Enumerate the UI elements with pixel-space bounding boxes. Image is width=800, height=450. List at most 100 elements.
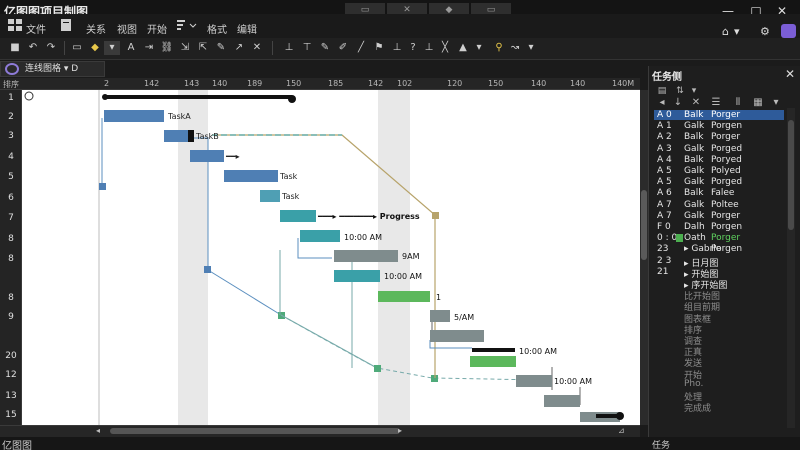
task-row[interactable]: A 1 Galk Porgen (654, 121, 784, 131)
task-bar[interactable] (190, 150, 224, 162)
split-icon[interactable]: ⇲ (178, 41, 192, 55)
task-row[interactable]: 比开始图 (654, 289, 784, 302)
task-row[interactable]: A 0 Balk Porger (654, 110, 784, 120)
draw-icon[interactable]: ✐ (336, 41, 350, 55)
line-icon[interactable]: ╱ (354, 41, 368, 55)
task-row[interactable]: 图表框 (654, 312, 784, 325)
task-row[interactable]: A 3 Galk Porged (654, 144, 784, 154)
close-icon[interactable]: ✕ (785, 67, 795, 81)
task-bar[interactable] (280, 210, 316, 222)
grid-menu-icon[interactable] (8, 19, 22, 31)
task-row[interactable]: 2 3 ▸ 日月图 (654, 256, 784, 269)
task-row[interactable]: 开始 (654, 368, 784, 381)
collapse-icon[interactable]: ◂ (656, 97, 668, 109)
assistant-icon[interactable] (781, 24, 796, 38)
task-row[interactable]: 23 ▸ Gabrle Porgen (654, 244, 784, 254)
task-bar[interactable] (104, 110, 164, 122)
task-bar[interactable] (300, 230, 340, 242)
filter-icon[interactable]: ╳ (438, 41, 452, 55)
list-icon[interactable]: ☰ (710, 97, 722, 109)
merge-icon[interactable]: ⇱ (196, 41, 210, 55)
task-bar[interactable] (260, 190, 280, 202)
tag-icon[interactable]: ⚑ (372, 41, 386, 55)
level-icon[interactable]: ↓ (672, 97, 684, 109)
task-row[interactable]: ▸ 序开始图 (654, 278, 784, 291)
task-row[interactable]: F 0 Dalh Porgen (654, 222, 784, 232)
menu-file[interactable]: 文件 (26, 21, 46, 36)
task-row[interactable]: Pho. (654, 379, 784, 389)
task-row[interactable]: A 5 Galk Porged (654, 177, 784, 187)
task-bar[interactable] (544, 395, 580, 407)
help-icon[interactable]: ? (406, 41, 420, 55)
task-bar[interactable] (430, 330, 484, 342)
connector-icon[interactable]: ↝ (508, 41, 522, 55)
task-bar[interactable] (164, 130, 190, 142)
task-bar[interactable] (378, 291, 430, 302)
chevron-down-icon[interactable]: ▾ (734, 25, 740, 38)
indent-icon[interactable]: ⇥ (142, 41, 156, 55)
redo-icon[interactable]: ↷ (44, 41, 58, 55)
fill-dropdown[interactable]: ▾ (104, 41, 120, 55)
task-bar[interactable] (224, 170, 278, 182)
scroll-right-icon[interactable]: ▸ (398, 426, 402, 435)
task-row[interactable]: 排序 (654, 323, 784, 336)
milestone-icon[interactable]: ⊥ (422, 41, 436, 55)
task-pane-scroll-thumb[interactable] (788, 120, 794, 230)
task-row[interactable]: 正真 (654, 345, 784, 358)
scroll-left-icon[interactable]: ◂ (96, 426, 100, 435)
pencil-icon[interactable]: ✎ (214, 41, 228, 55)
task-row[interactable]: 调查 (654, 334, 784, 347)
gantt-canvas[interactable]: TaskA TaskB ━━▸ Task Task ━━━▸ ━━━━━━━▸ … (22, 90, 642, 425)
task-row[interactable]: 完成成 (654, 401, 784, 414)
arrow-icon[interactable]: ↗ (232, 41, 246, 55)
task-row[interactable]: A 2 Balk Porger (654, 132, 784, 142)
task-row[interactable]: 组目前期 (654, 300, 784, 313)
doc-menu-icon[interactable] (60, 19, 74, 31)
sort-menu-icon[interactable] (177, 19, 197, 31)
task-bar[interactable] (334, 270, 380, 282)
home-icon[interactable]: ⌂ (722, 25, 729, 38)
task-bar[interactable] (516, 375, 552, 387)
search-icon[interactable]: ⚲ (492, 41, 506, 55)
columns-icon[interactable]: ⫴ (732, 97, 744, 109)
menu-relation[interactable]: 关系 (86, 21, 106, 36)
task-row[interactable]: 发送 (654, 356, 784, 369)
save-icon[interactable]: ■ (8, 41, 22, 55)
color-icon[interactable]: ▲ (456, 41, 470, 55)
menu-edit[interactable]: 编辑 (237, 21, 257, 36)
menu-start[interactable]: 开始 (147, 21, 167, 36)
highlight-icon[interactable]: ◆ (88, 41, 102, 55)
task-row[interactable]: A 5 Galk Polyed (654, 166, 784, 176)
task-bar[interactable] (334, 250, 398, 262)
task-row[interactable]: 0 : 0 Oath Porger (654, 233, 784, 243)
horizontal-scroll-thumb[interactable] (110, 428, 400, 434)
task-bar[interactable] (430, 310, 450, 322)
align-top-icon[interactable]: ⊤ (300, 41, 314, 55)
pin-icon[interactable]: ⊥ (390, 41, 404, 55)
vertical-scroll-thumb[interactable] (641, 190, 647, 260)
task-row[interactable]: 处理 (654, 390, 784, 403)
align-bottom-icon[interactable]: ⊥ (282, 41, 296, 55)
expand-icon[interactable]: ✕ (690, 97, 702, 109)
dropdown-icon[interactable]: ▾ (770, 97, 782, 109)
page-icon[interactable]: ▭ (70, 41, 84, 55)
undo-icon[interactable]: ↶ (26, 41, 40, 55)
task-row[interactable]: A 7 Galk Poltee (654, 200, 784, 210)
link-icon[interactable]: ⛓ (160, 41, 174, 55)
color-dropdown-icon[interactable]: ▾ (472, 41, 486, 55)
zoom-icon[interactable]: ⊿ (618, 426, 625, 435)
task-row[interactable]: A 7 Galk Porger (654, 211, 784, 221)
menu-format[interactable]: 格式 (207, 21, 227, 36)
task-row[interactable]: A 6 Balk Falee (654, 188, 784, 198)
more-dropdown-icon[interactable]: ▾ (524, 41, 538, 55)
grid-icon[interactable]: ▦ (752, 97, 764, 109)
delete-icon[interactable]: ✕ (250, 41, 264, 55)
menu-view[interactable]: 视图 (117, 21, 137, 36)
task-bar[interactable] (470, 356, 516, 367)
settings-icon[interactable]: ⚙ (760, 25, 770, 38)
task-row[interactable]: A 4 Balk Poryed (654, 155, 784, 165)
row-number: 9 (8, 312, 14, 322)
task-row[interactable]: 21 ▸ 开始图 (654, 267, 784, 280)
text-icon[interactable]: A (124, 41, 138, 55)
brush-icon[interactable]: ✎ (318, 41, 332, 55)
